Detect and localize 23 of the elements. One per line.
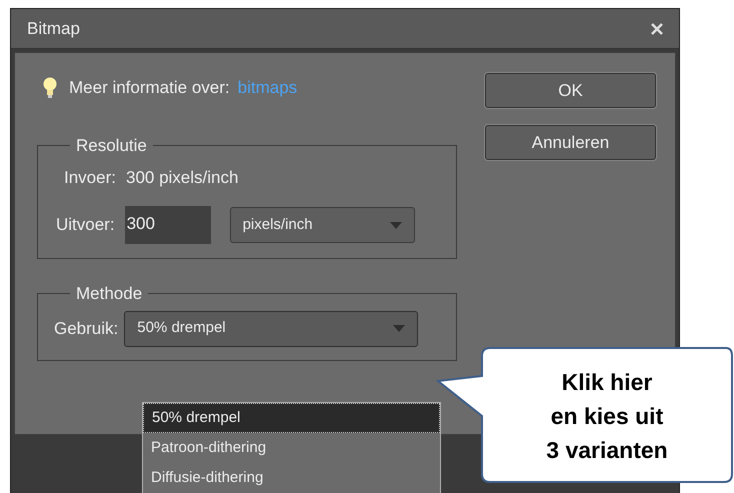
output-label: Uitvoer:: [56, 214, 115, 236]
dialog-button[interactable]: OK: [485, 73, 656, 108]
unit-dropdown[interactable]: pixels/inch: [230, 207, 415, 243]
info-label: Meer informatie over:: [69, 77, 230, 100]
dropdown-option[interactable]: Patroon-dithering: [143, 433, 440, 463]
callout-text: 3 varianten: [546, 436, 668, 465]
callout-text: en kies uit: [550, 402, 664, 431]
caret-icon: [393, 325, 406, 332]
group-title: Resolutie: [75, 135, 148, 157]
group-title: Methode: [75, 283, 144, 305]
window-title: Bitmap: [27, 18, 80, 40]
input-resolution: 300 pixels/inch: [126, 166, 238, 188]
output-field[interactable]: 300: [124, 206, 211, 244]
dialog-button[interactable]: Annuleren: [485, 125, 656, 160]
input-label: Invoer:: [64, 166, 116, 188]
close-icon[interactable]: [651, 22, 663, 34]
callout-text: Klik hier: [562, 368, 652, 397]
caret-icon: [390, 222, 402, 228]
method-dropdown[interactable]: 50% drempel: [124, 310, 418, 346]
dropdown-option[interactable]: Diffusie-dithering: [143, 463, 440, 493]
dropdown-option[interactable]: 50% drempel: [143, 403, 440, 433]
light-bulb-icon: [43, 77, 57, 99]
method-label: Gebruik:: [54, 318, 118, 340]
